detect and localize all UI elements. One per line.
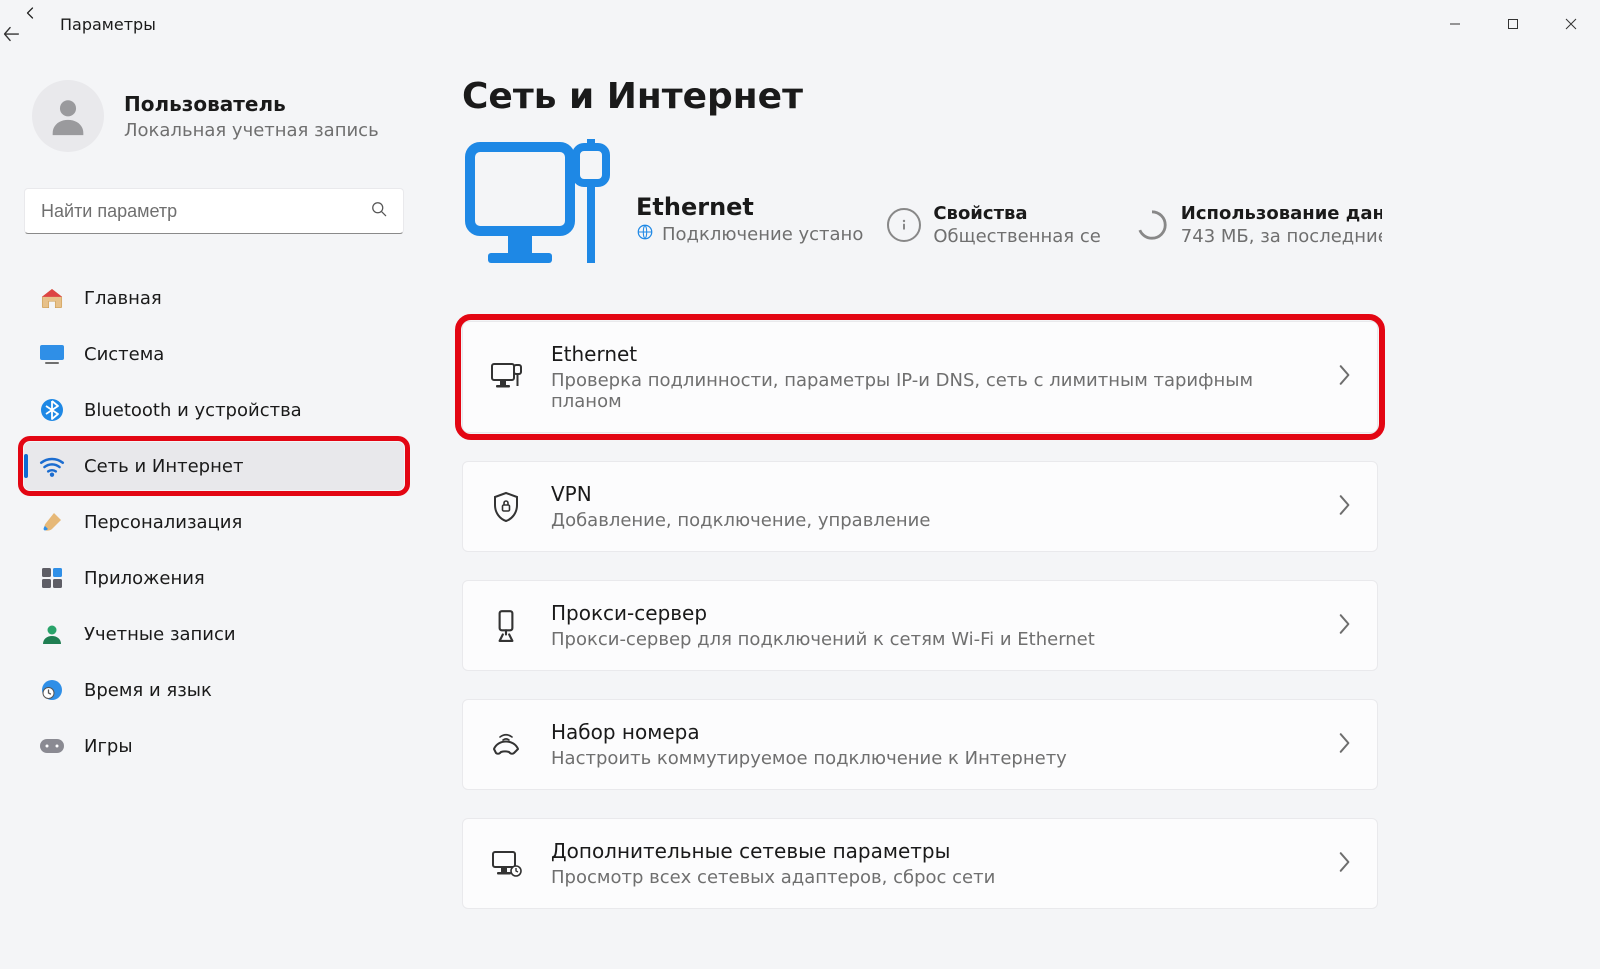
- sidebar-item-network[interactable]: Сеть и Интернет: [24, 442, 404, 490]
- properties-info[interactable]: Свойства Общественная се: [887, 203, 1100, 247]
- proxy-icon: [489, 609, 523, 643]
- back-icon[interactable]: [20, 3, 40, 45]
- vpn-shield-icon: [489, 490, 523, 524]
- ethernet-hero-icon: [462, 135, 612, 275]
- card-proxy[interactable]: Прокси-сервер Прокси-сервер для подключе…: [462, 580, 1378, 671]
- chevron-right-icon: [1337, 851, 1351, 877]
- globe-icon: [636, 223, 654, 246]
- window-maximize-button[interactable]: [1484, 4, 1542, 44]
- card-subtitle: Проверка подлинности, параметры IP-и DNS…: [551, 370, 1309, 412]
- card-title: Ethernet: [551, 342, 1309, 366]
- dialup-phone-icon: [489, 728, 523, 762]
- data-usage-info[interactable]: Использование данн 743 МБ, за последние …: [1135, 203, 1382, 247]
- network-hero-text: Ethernet Подключение устано: [636, 165, 863, 246]
- card-subtitle: Прокси-сервер для подключений к сетям Wi…: [551, 629, 1309, 650]
- apps-icon: [38, 564, 66, 592]
- card-title: Набор номера: [551, 720, 1309, 744]
- card-subtitle: Просмотр всех сетевых адаптеров, сброс с…: [551, 867, 1309, 888]
- sidebar-item-label: Учетные записи: [84, 624, 236, 645]
- search-icon: [369, 199, 389, 223]
- sidebar-item-personalization[interactable]: Персонализация: [24, 498, 404, 546]
- chevron-right-icon: [1337, 613, 1351, 639]
- clock-globe-icon: [38, 676, 66, 704]
- gamepad-icon: [38, 732, 66, 760]
- card-subtitle: Добавление, подключение, управление: [551, 510, 1309, 531]
- search-input[interactable]: [24, 188, 404, 234]
- chevron-right-icon: [1337, 494, 1351, 520]
- chevron-right-icon: [1337, 732, 1351, 758]
- connection-status: Подключение устано: [662, 224, 863, 245]
- app-title: Параметры: [60, 15, 156, 34]
- card-advanced-network[interactable]: Дополнительные сетевые параметры Просмот…: [462, 818, 1378, 909]
- usage-sub: 743 МБ, за последние 30: [1181, 226, 1382, 247]
- titlebar: Параметры: [0, 0, 1600, 48]
- card-title: Прокси-сервер: [551, 601, 1309, 625]
- card-title: VPN: [551, 482, 1309, 506]
- bluetooth-icon: [38, 396, 66, 424]
- wifi-icon: [38, 452, 66, 480]
- nav-list: Главная Система Bluetooth и устройства: [24, 274, 404, 770]
- sidebar: Пользователь Локальная учетная запись Гл…: [0, 48, 404, 969]
- window-close-button[interactable]: [1542, 4, 1600, 44]
- card-vpn[interactable]: VPN Добавление, подключение, управление: [462, 461, 1378, 552]
- sidebar-item-home[interactable]: Главная: [24, 274, 404, 322]
- page-title: Сеть и Интернет: [462, 76, 1600, 117]
- sidebar-item-bluetooth[interactable]: Bluetooth и устройства: [24, 386, 404, 434]
- usage-title: Использование данн: [1181, 203, 1382, 224]
- ethernet-icon: [489, 360, 523, 394]
- account-icon: [38, 620, 66, 648]
- network-hero: Ethernet Подключение устано Свойства Общ…: [462, 135, 1382, 275]
- properties-sub: Общественная се: [933, 226, 1100, 247]
- sidebar-item-label: Сеть и Интернет: [84, 456, 243, 477]
- sidebar-item-accounts[interactable]: Учетные записи: [24, 610, 404, 658]
- sidebar-item-label: Система: [84, 344, 164, 365]
- sidebar-item-label: Персонализация: [84, 512, 242, 533]
- sidebar-item-system[interactable]: Система: [24, 330, 404, 378]
- card-subtitle: Настроить коммутируемое подключение к Ин…: [551, 748, 1309, 769]
- connection-name: Ethernet: [636, 193, 863, 221]
- system-icon: [38, 340, 66, 368]
- sidebar-item-label: Время и язык: [84, 680, 212, 701]
- info-icon: [887, 208, 921, 242]
- advanced-network-icon: [489, 847, 523, 881]
- sidebar-item-label: Приложения: [84, 568, 205, 589]
- properties-title: Свойства: [933, 203, 1100, 224]
- sidebar-item-label: Bluetooth и устройства: [84, 400, 302, 421]
- sidebar-item-apps[interactable]: Приложения: [24, 554, 404, 602]
- home-icon: [38, 284, 66, 312]
- sidebar-item-gaming[interactable]: Игры: [24, 722, 404, 770]
- chevron-right-icon: [1337, 364, 1351, 390]
- user-subtitle: Локальная учетная запись: [124, 120, 379, 141]
- card-ethernet[interactable]: Ethernet Проверка подлинности, параметры…: [462, 321, 1378, 433]
- avatar: [32, 80, 104, 152]
- hero-info-group: Свойства Общественная се Использование д…: [887, 163, 1382, 247]
- card-title: Дополнительные сетевые параметры: [551, 839, 1309, 863]
- sidebar-item-label: Игры: [84, 736, 133, 757]
- settings-cards: Ethernet Проверка подлинности, параметры…: [462, 321, 1378, 909]
- data-usage-icon: [1135, 208, 1169, 242]
- sidebar-item-label: Главная: [84, 288, 162, 309]
- user-name: Пользователь: [124, 92, 379, 116]
- paintbrush-icon: [38, 508, 66, 536]
- card-dialup[interactable]: Набор номера Настроить коммутируемое под…: [462, 699, 1378, 790]
- sidebar-item-time-language[interactable]: Время и язык: [24, 666, 404, 714]
- window-minimize-button[interactable]: [1426, 4, 1484, 44]
- main-content: Сеть и Интернет Ethernet По: [404, 48, 1600, 969]
- user-block[interactable]: Пользователь Локальная учетная запись: [24, 80, 392, 152]
- search-field[interactable]: [39, 200, 361, 223]
